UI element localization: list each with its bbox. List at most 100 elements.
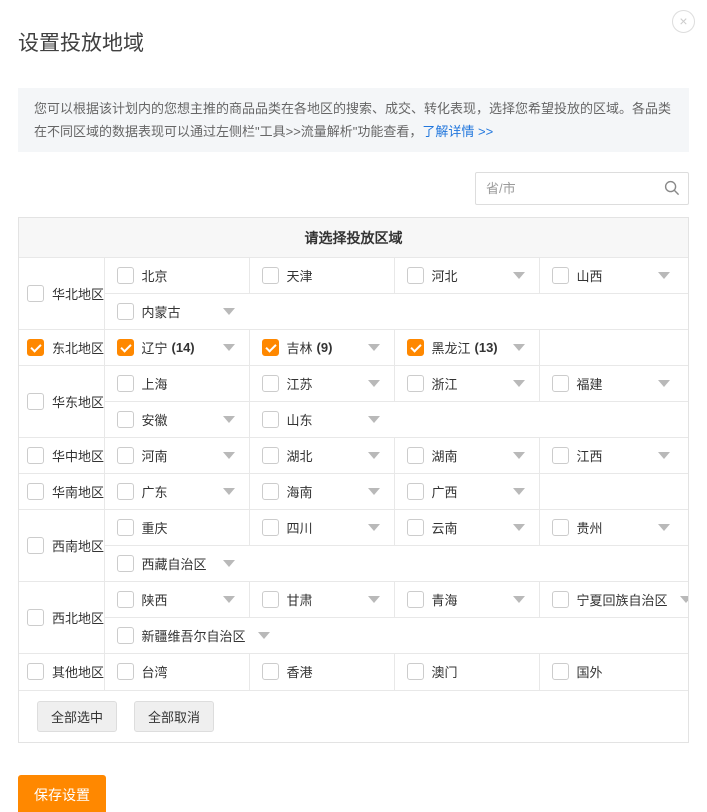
province-checkbox[interactable] bbox=[407, 483, 424, 500]
table-row: 西南地区 重庆 四川 云南 贵州 bbox=[19, 510, 688, 546]
cancel-all-button[interactable]: 全部取消 bbox=[134, 701, 214, 732]
province-checkbox[interactable] bbox=[262, 483, 279, 500]
province-checkbox[interactable] bbox=[117, 303, 134, 320]
province-checkbox[interactable] bbox=[117, 591, 134, 608]
province-checkbox[interactable] bbox=[407, 447, 424, 464]
dropdown-arrow-icon[interactable] bbox=[223, 308, 235, 315]
province-checkbox[interactable] bbox=[262, 267, 279, 284]
province-checkbox[interactable] bbox=[262, 663, 279, 680]
province-checkbox[interactable] bbox=[262, 447, 279, 464]
dropdown-arrow-icon[interactable] bbox=[223, 596, 235, 603]
province-label: 山西 bbox=[577, 266, 603, 285]
search-input[interactable] bbox=[475, 172, 689, 205]
dropdown-arrow-icon[interactable] bbox=[680, 596, 688, 603]
dropdown-arrow-icon[interactable] bbox=[513, 452, 525, 459]
region-checkbox[interactable] bbox=[27, 447, 44, 464]
province-checkbox[interactable] bbox=[262, 411, 279, 428]
dropdown-arrow-icon[interactable] bbox=[513, 272, 525, 279]
dropdown-arrow-icon[interactable] bbox=[658, 452, 670, 459]
save-settings-button[interactable]: 保存设置 bbox=[18, 775, 106, 812]
table-row: 安徽 山东 bbox=[19, 402, 688, 438]
province-checkbox[interactable] bbox=[117, 663, 134, 680]
province-checkbox[interactable] bbox=[117, 339, 134, 356]
dropdown-arrow-icon[interactable] bbox=[658, 380, 670, 387]
search-icon[interactable] bbox=[664, 180, 680, 196]
dropdown-arrow-icon[interactable] bbox=[223, 452, 235, 459]
dropdown-arrow-icon[interactable] bbox=[513, 596, 525, 603]
dropdown-arrow-icon[interactable] bbox=[368, 416, 380, 423]
dropdown-arrow-icon[interactable] bbox=[258, 632, 270, 639]
region-checkbox[interactable] bbox=[27, 339, 44, 356]
empty-cell bbox=[539, 330, 688, 366]
dropdown-arrow-icon[interactable] bbox=[223, 560, 235, 567]
province-checkbox[interactable] bbox=[117, 483, 134, 500]
dropdown-arrow-icon[interactable] bbox=[513, 344, 525, 351]
region-label: 华中地区 bbox=[52, 446, 104, 465]
province-checkbox[interactable] bbox=[262, 375, 279, 392]
province-checkbox[interactable] bbox=[552, 519, 569, 536]
province-checkbox[interactable] bbox=[407, 591, 424, 608]
province-checkbox[interactable] bbox=[552, 663, 569, 680]
region-cell-other: 其他地区 bbox=[19, 654, 104, 690]
dropdown-arrow-icon[interactable] bbox=[223, 488, 235, 495]
region-table: 请选择投放区域 华北地区 北京 天津 河北 山西 内蒙古 东北地区 辽宁(14)… bbox=[19, 218, 688, 690]
province-checkbox[interactable] bbox=[262, 519, 279, 536]
province-checkbox[interactable] bbox=[552, 447, 569, 464]
province-checkbox[interactable] bbox=[117, 519, 134, 536]
dropdown-arrow-icon[interactable] bbox=[368, 380, 380, 387]
region-checkbox[interactable] bbox=[27, 285, 44, 302]
province-checkbox[interactable] bbox=[552, 375, 569, 392]
province-label: 宁夏回族自治区 bbox=[577, 590, 668, 609]
dropdown-arrow-icon[interactable] bbox=[513, 380, 525, 387]
province-label: 江苏 bbox=[287, 374, 313, 393]
region-label: 西北地区 bbox=[52, 608, 104, 627]
dropdown-arrow-icon[interactable] bbox=[368, 452, 380, 459]
region-cell-east: 华东地区 bbox=[19, 366, 104, 438]
province-checkbox[interactable] bbox=[407, 663, 424, 680]
select-all-button[interactable]: 全部选中 bbox=[37, 701, 117, 732]
province-label: 河南 bbox=[142, 446, 168, 465]
dropdown-arrow-icon[interactable] bbox=[368, 488, 380, 495]
province-checkbox[interactable] bbox=[117, 447, 134, 464]
table-row: 华东地区 上海 江苏 浙江 福建 bbox=[19, 366, 688, 402]
province-checkbox[interactable] bbox=[407, 375, 424, 392]
region-checkbox[interactable] bbox=[27, 663, 44, 680]
province-checkbox[interactable] bbox=[117, 555, 134, 572]
region-checkbox[interactable] bbox=[27, 537, 44, 554]
dropdown-arrow-icon[interactable] bbox=[368, 344, 380, 351]
dropdown-arrow-icon[interactable] bbox=[223, 344, 235, 351]
region-checkbox[interactable] bbox=[27, 483, 44, 500]
dropdown-arrow-icon[interactable] bbox=[368, 596, 380, 603]
province-checkbox[interactable] bbox=[262, 339, 279, 356]
dropdown-arrow-icon[interactable] bbox=[513, 524, 525, 531]
province-checkbox[interactable] bbox=[552, 267, 569, 284]
province-checkbox[interactable] bbox=[552, 591, 569, 608]
province-label: 福建 bbox=[577, 374, 603, 393]
dropdown-arrow-icon[interactable] bbox=[658, 524, 670, 531]
dropdown-arrow-icon[interactable] bbox=[223, 416, 235, 423]
region-cell-central: 华中地区 bbox=[19, 438, 104, 474]
province-checkbox[interactable] bbox=[407, 339, 424, 356]
province-checkbox[interactable] bbox=[407, 519, 424, 536]
province-checkbox[interactable] bbox=[117, 267, 134, 284]
province-label: 国外 bbox=[577, 662, 603, 681]
region-label: 东北地区 bbox=[52, 338, 104, 357]
learn-more-link[interactable]: 了解详情 >> bbox=[422, 124, 493, 139]
selected-count: (9) bbox=[317, 340, 333, 355]
province-checkbox[interactable] bbox=[117, 375, 134, 392]
province-checkbox[interactable] bbox=[407, 267, 424, 284]
dropdown-arrow-icon[interactable] bbox=[513, 488, 525, 495]
province-checkbox[interactable] bbox=[262, 591, 279, 608]
province-label: 黑龙江 bbox=[432, 338, 471, 357]
province-checkbox[interactable] bbox=[117, 627, 134, 644]
region-label: 其他地区 bbox=[52, 662, 104, 681]
table-row: 西藏自治区 bbox=[19, 546, 688, 582]
region-checkbox[interactable] bbox=[27, 609, 44, 626]
region-checkbox[interactable] bbox=[27, 393, 44, 410]
region-cell-southwest: 西南地区 bbox=[19, 510, 104, 582]
province-label: 重庆 bbox=[142, 518, 168, 537]
close-icon[interactable]: × bbox=[672, 10, 695, 33]
dropdown-arrow-icon[interactable] bbox=[368, 524, 380, 531]
province-checkbox[interactable] bbox=[117, 411, 134, 428]
dropdown-arrow-icon[interactable] bbox=[658, 272, 670, 279]
